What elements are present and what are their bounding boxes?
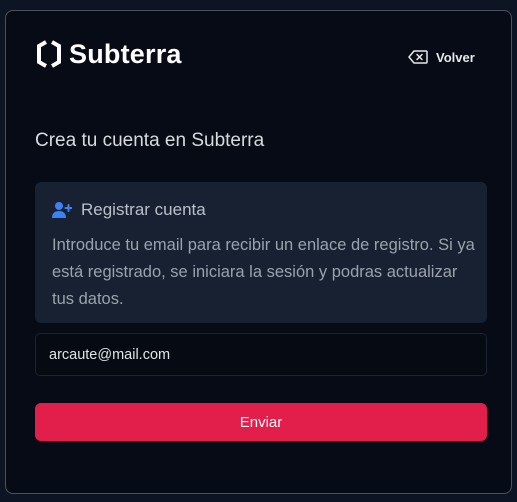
brand-logo: Subterra — [35, 39, 182, 69]
email-field[interactable] — [35, 333, 487, 376]
back-button-label: Volver — [436, 49, 475, 65]
signup-card: Subterra Volver Crea tu cuenta en Subter… — [5, 10, 512, 494]
back-button[interactable]: Volver — [408, 47, 475, 67]
info-panel-description: Introduce tu email para recibir un enlac… — [52, 236, 475, 308]
hexagon-logo-icon — [37, 40, 61, 68]
info-panel-header: Registrar cuenta — [52, 199, 206, 221]
page-title: Crea tu cuenta en Subterra — [35, 130, 265, 151]
info-panel-title: Registrar cuenta — [81, 200, 206, 219]
info-panel: Registrar cuenta Introduce tu email para… — [35, 182, 487, 323]
submit-button[interactable]: Enviar — [35, 403, 487, 441]
backspace-icon — [408, 50, 428, 64]
user-plus-icon — [52, 202, 72, 218]
brand-name: Subterra — [69, 39, 182, 69]
